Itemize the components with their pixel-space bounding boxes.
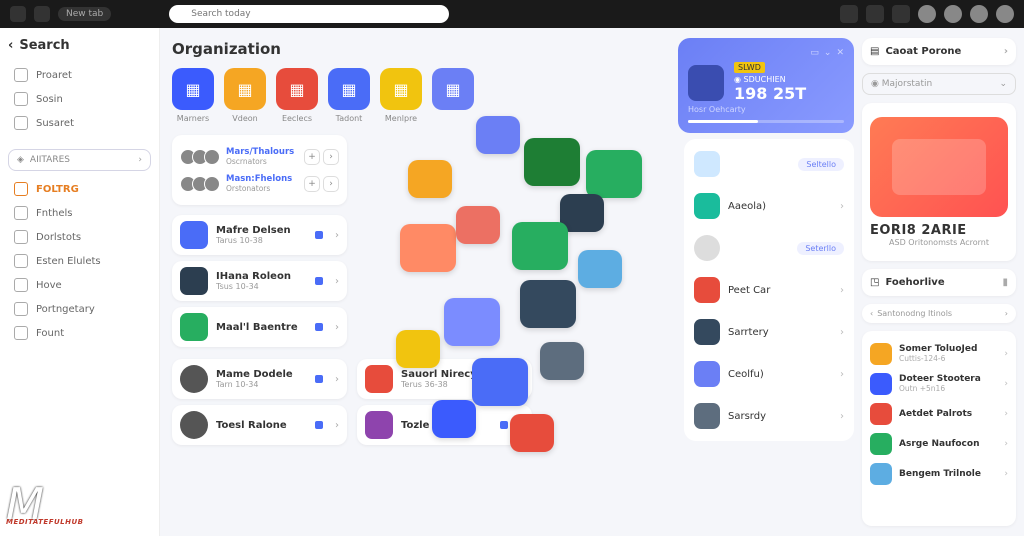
sidebar-item[interactable]: Sosin: [8, 87, 151, 111]
action-icon[interactable]: [892, 5, 910, 23]
chevron-right-icon[interactable]: ›: [323, 149, 339, 165]
page-title: Organization: [172, 40, 666, 58]
mid-row[interactable]: Aaeola)›: [692, 189, 846, 223]
add-icon[interactable]: +: [304, 149, 320, 165]
sidebar-item[interactable]: Susaret: [8, 111, 151, 135]
add-icon[interactable]: +: [304, 176, 320, 192]
chevron-right-icon[interactable]: ›: [323, 176, 339, 192]
main: Organization ▦Marners▦Vdeon▦Eeclecs▦Tado…: [160, 28, 678, 536]
category-tile[interactable]: ▦: [432, 68, 474, 123]
sidebar-item[interactable]: Hove: [8, 273, 151, 297]
stat-card: ▭⌄✕ SLWD ◉ SDUCHIEN 198 25T Hosr Oehcart…: [678, 38, 854, 133]
close-icon[interactable]: ✕: [836, 48, 844, 58]
app-icon: [34, 6, 50, 22]
top-chip[interactable]: New tab: [58, 7, 111, 21]
topbar: New tab: [0, 0, 1024, 28]
project-card[interactable]: Sauorl NirecyTerus 36-38›: [357, 359, 532, 399]
project-card[interactable]: Tozle Rofeon›: [357, 405, 532, 445]
profile-sub: ASD Oritonomsts Acrornt: [870, 238, 1008, 247]
sidebar-item[interactable]: FOLTRG: [8, 177, 151, 201]
mid-row[interactable]: Seterllo: [692, 231, 846, 265]
list-item[interactable]: Aetdet Palrots›: [870, 399, 1008, 429]
mid-row[interactable]: Seltello: [692, 147, 846, 181]
category-tile[interactable]: ▦Menlpre: [380, 68, 422, 123]
sidebar-item[interactable]: Dorlstots: [8, 225, 151, 249]
avatar[interactable]: [944, 5, 962, 23]
mid-row[interactable]: Sarrtery›: [692, 315, 846, 349]
stat-icon: [688, 65, 724, 101]
category-tile[interactable]: ▦Eeclecs: [276, 68, 318, 123]
right-header: Caoat Porone: [885, 46, 961, 57]
profile-name: EORI8 2ARIE: [870, 223, 1008, 238]
sidebar-item[interactable]: Esten Elulets: [8, 249, 151, 273]
search-input[interactable]: [169, 5, 449, 23]
sidebar: ‹Search ProaretSosinSusaret ◈AIITARES› F…: [0, 28, 160, 536]
sidebar-item[interactable]: Fount: [8, 321, 151, 345]
mid-row[interactable]: Peet Car›: [692, 273, 846, 307]
person-card[interactable]: IHana RoleonTsus 10-34›: [172, 261, 347, 301]
mid-panel: Seltello Aaeola)› Seterllo Peet Car› Sarrter…: [684, 139, 854, 441]
project-card[interactable]: Mame DodeleTarn 10-34›: [172, 359, 347, 399]
category-tile[interactable]: ▦Vdeon: [224, 68, 266, 123]
avatar[interactable]: [970, 5, 988, 23]
profile-tile: [870, 117, 1008, 217]
watermark: MMEDITATEFULHUB: [6, 492, 84, 526]
action-icon[interactable]: [840, 5, 858, 23]
avatar[interactable]: [918, 5, 936, 23]
sidebar-item[interactable]: Proaret: [8, 63, 151, 87]
project-card[interactable]: Toesl Ralone›: [172, 405, 347, 445]
person-card[interactable]: Maal'l Baentre›: [172, 307, 347, 347]
category-tile[interactable]: ▦Tadont: [328, 68, 370, 123]
person-card[interactable]: Mafre DelsenTarus 10-38›: [172, 215, 347, 255]
list-item[interactable]: Doteer StooteraOutn +5n16›: [870, 369, 1008, 399]
mid-row[interactable]: Sarsrdy›: [692, 399, 846, 433]
mid-row[interactable]: Ceolfu)›: [692, 357, 846, 391]
right-select[interactable]: ◉ Majorstatin⌄: [862, 73, 1016, 95]
action-icon[interactable]: [866, 5, 884, 23]
team-row[interactable]: Mars/ThaloursOscrnators+›: [180, 143, 339, 170]
sidebar-pill[interactable]: ◈AIITARES›: [8, 149, 151, 171]
sidebar-title: ‹Search: [8, 38, 151, 53]
sidebar-item[interactable]: Portngetary: [8, 297, 151, 321]
sidebar-item[interactable]: Fnthels: [8, 201, 151, 225]
avatar[interactable]: [996, 5, 1014, 23]
team-card: Mars/ThaloursOscrnators+›Masn:FhelonsOrs…: [172, 135, 347, 205]
menu-icon[interactable]: [10, 6, 26, 22]
list-item[interactable]: Asrge Naufocon›: [870, 429, 1008, 459]
right-panel: ▤Caoat Porone› ◉ Majorstatin⌄ EORI8 2ARI…: [854, 28, 1024, 536]
category-tile[interactable]: ▦Marners: [172, 68, 214, 123]
team-row[interactable]: Masn:FhelonsOrstonators+›: [180, 170, 339, 197]
list-item[interactable]: Bengem Trilnole›: [870, 459, 1008, 489]
list-item[interactable]: Somer ToluoJedCuttis-124-6›: [870, 339, 1008, 369]
